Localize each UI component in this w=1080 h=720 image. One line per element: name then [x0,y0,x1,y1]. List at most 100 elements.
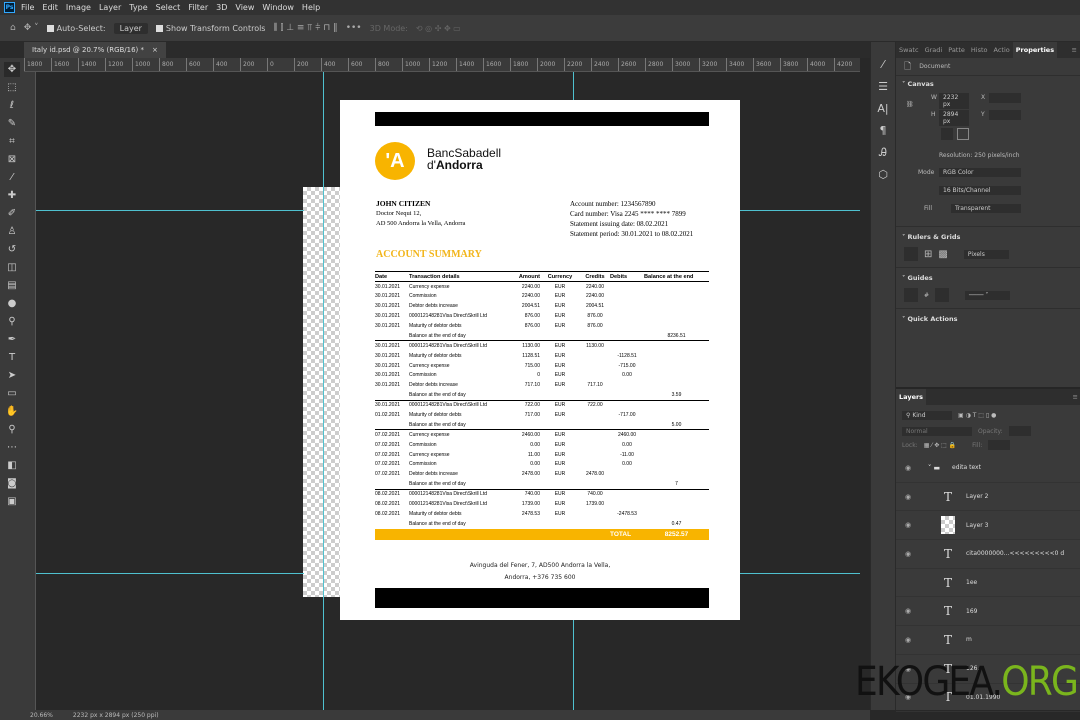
eyedropper-tool-icon[interactable]: ⁄ [4,170,20,185]
layer-item[interactable]: ◉ T 169 [896,597,1080,627]
rulers-grids-header[interactable]: ˅ Rulers & Grids [896,226,1080,241]
visibility-eye-icon[interactable]: ◉ [896,521,920,529]
layer-item[interactable]: ◉ T Layer 2 [896,483,1080,512]
menu-window[interactable]: Window [262,3,294,12]
layers-tab[interactable]: Layers [896,389,927,405]
menu-file[interactable]: File [21,3,34,12]
healing-tool-icon[interactable]: ✚ [4,188,20,203]
menu-image[interactable]: Image [66,3,91,12]
visibility-eye-icon[interactable]: ◉ [896,636,920,644]
move-tool-icon[interactable]: ✥ [4,62,20,77]
bit-depth-dropdown[interactable]: 16 Bits/Channel [939,186,1021,195]
tab-history[interactable]: Histo [968,46,991,54]
blend-mode-dropdown[interactable]: Normal [902,426,972,436]
layers-menu-icon[interactable]: ≡ [1070,393,1080,401]
mode-dropdown[interactable]: RGB Color [939,168,1021,177]
menu-3d[interactable]: 3D [216,3,227,12]
paragraph-icon[interactable]: ¶ [880,124,887,140]
eraser-tool-icon[interactable]: ◫ [4,260,20,275]
menu-help[interactable]: Help [302,3,320,12]
menu-type[interactable]: Type [129,3,147,12]
3d-tools-icons[interactable]: ⟲ ◎ ✣ ✥ ▭ [416,24,461,33]
blur-tool-icon[interactable]: ● [4,296,20,311]
pen-tool-icon[interactable]: ✒ [4,332,20,347]
auto-select-checkbox[interactable]: Auto-Select: [46,24,106,33]
zoom-level[interactable]: 20.66% [30,712,53,719]
lasso-tool-icon[interactable]: ℓ [4,98,20,113]
menu-edit[interactable]: Edit [42,3,58,12]
layer-fill-input[interactable] [988,440,1011,450]
adjust-icon[interactable]: ☰ [878,80,888,96]
visibility-eye-icon[interactable]: ◉ [896,607,920,615]
brush-settings-icon[interactable]: ⁄ [882,58,884,74]
guides-header[interactable]: ˅ Guides [896,267,1080,282]
tab-swatches[interactable]: Swatc [896,46,922,54]
width-input[interactable]: 2232 px [939,93,969,109]
x-input[interactable] [989,93,1021,103]
tab-patterns[interactable]: Patte [945,46,968,54]
layer-item[interactable]: ◉ Layer 3 [896,511,1080,541]
character-icon[interactable]: A| [877,102,888,118]
crop-tool-icon[interactable]: ⌗ [4,134,20,149]
panel-menu-icon[interactable]: ≡ [1069,46,1080,54]
document-tab[interactable]: Italy id.psd @ 20.7% (RGB/16) * × [24,42,166,58]
add-guide-icon[interactable]: # [924,292,929,299]
brush-tool-icon[interactable]: ✐ [4,206,20,221]
link-icon[interactable]: ⛓ [906,101,914,108]
height-input[interactable]: 2894 px [939,110,969,126]
guide-style-dropdown[interactable]: ──── ˅ [965,290,1011,300]
landscape-orientation-icon[interactable] [957,128,969,140]
ruler-toggle-icon[interactable] [904,247,918,261]
close-tab-icon[interactable]: × [152,46,158,54]
visibility-eye-icon[interactable]: ◉ [896,464,920,472]
grid-icon[interactable]: ⊞ [924,249,932,260]
opacity-input[interactable] [1008,426,1031,436]
path-select-tool-icon[interactable]: ➤ [4,368,20,383]
vertical-ruler[interactable] [24,72,36,710]
menu-select[interactable]: Select [156,3,181,12]
horizontal-guide[interactable] [36,573,304,574]
tab-gradients[interactable]: Gradi [922,46,946,54]
align-icons[interactable]: ⫼ ⫿ ⊥ ≡ ⫪ ⫩ ⊓ ‖ [273,23,337,33]
vertical-guide[interactable] [323,72,324,710]
fill-dropdown[interactable]: Transparent [951,204,1021,213]
dodge-tool-icon[interactable]: ⚲ [4,314,20,329]
layer-item[interactable]: T 1ee [896,569,1080,598]
tab-actions[interactable]: Actio [991,46,1013,54]
bank-statement-page[interactable]: 'A BancSabadell d'Andorra JOHN CITIZEN D… [340,100,740,620]
filter-icons[interactable]: ▣ ◑ T ⬚ ▯ ● [958,412,996,419]
color-swatches-icon[interactable]: ◧ [4,458,20,473]
visibility-eye-icon[interactable]: ◉ [896,493,920,501]
layer-filter-kind[interactable]: ⚲ Kind [902,411,952,420]
layer-item[interactable]: ◉ ˅ ▬ edita text [896,454,1080,483]
horizontal-ruler[interactable]: 1800 1600 1400 1200 1000 800 600 400 200 0 200 400 6… [24,58,860,72]
glyphs-icon[interactable]: Ꭿ [879,146,887,162]
canvas-section-header[interactable]: ˅ Canvas [896,80,1080,88]
rectangle-tool-icon[interactable]: ▭ [4,386,20,401]
more-tools-icon[interactable]: ⋯ [4,440,20,455]
move-tool-icon[interactable]: ✥ ˅ [24,23,39,33]
marquee-tool-icon[interactable]: ⬚ [4,80,20,95]
layer-item[interactable]: ◉ Tcita0000000...<<<<<<<<<0 d [896,540,1080,569]
type-tool-icon[interactable]: T [4,350,20,365]
auto-select-dropdown[interactable]: Layer [113,22,148,34]
quick-mask-icon[interactable]: ◙ [4,476,20,491]
quick-actions-header[interactable]: ˅ Quick Actions [896,308,1080,323]
horizontal-guide[interactable] [36,210,304,211]
history-brush-icon[interactable]: ↺ [4,242,20,257]
menu-filter[interactable]: Filter [188,3,208,12]
tab-properties[interactable]: Properties [1012,42,1058,58]
horizontal-guide[interactable] [740,573,860,574]
visibility-eye-icon[interactable]: ◉ [896,550,920,558]
vertical-guide[interactable] [573,72,574,100]
menu-layer[interactable]: Layer [99,3,121,12]
zoom-tool-icon[interactable]: ⚲ [4,422,20,437]
layer-item[interactable]: ◉ Tm [896,626,1080,655]
screen-mode-icon[interactable]: ▣ [4,494,20,509]
show-guides-icon[interactable] [904,288,918,302]
more-options-button[interactable]: ••• [346,23,362,33]
horizontal-guide[interactable] [740,210,860,211]
pixel-grid-icon[interactable]: ▩ [938,249,947,260]
3d-icon[interactable]: ⬡ [878,168,888,184]
units-dropdown[interactable]: Pixels [963,249,1009,259]
